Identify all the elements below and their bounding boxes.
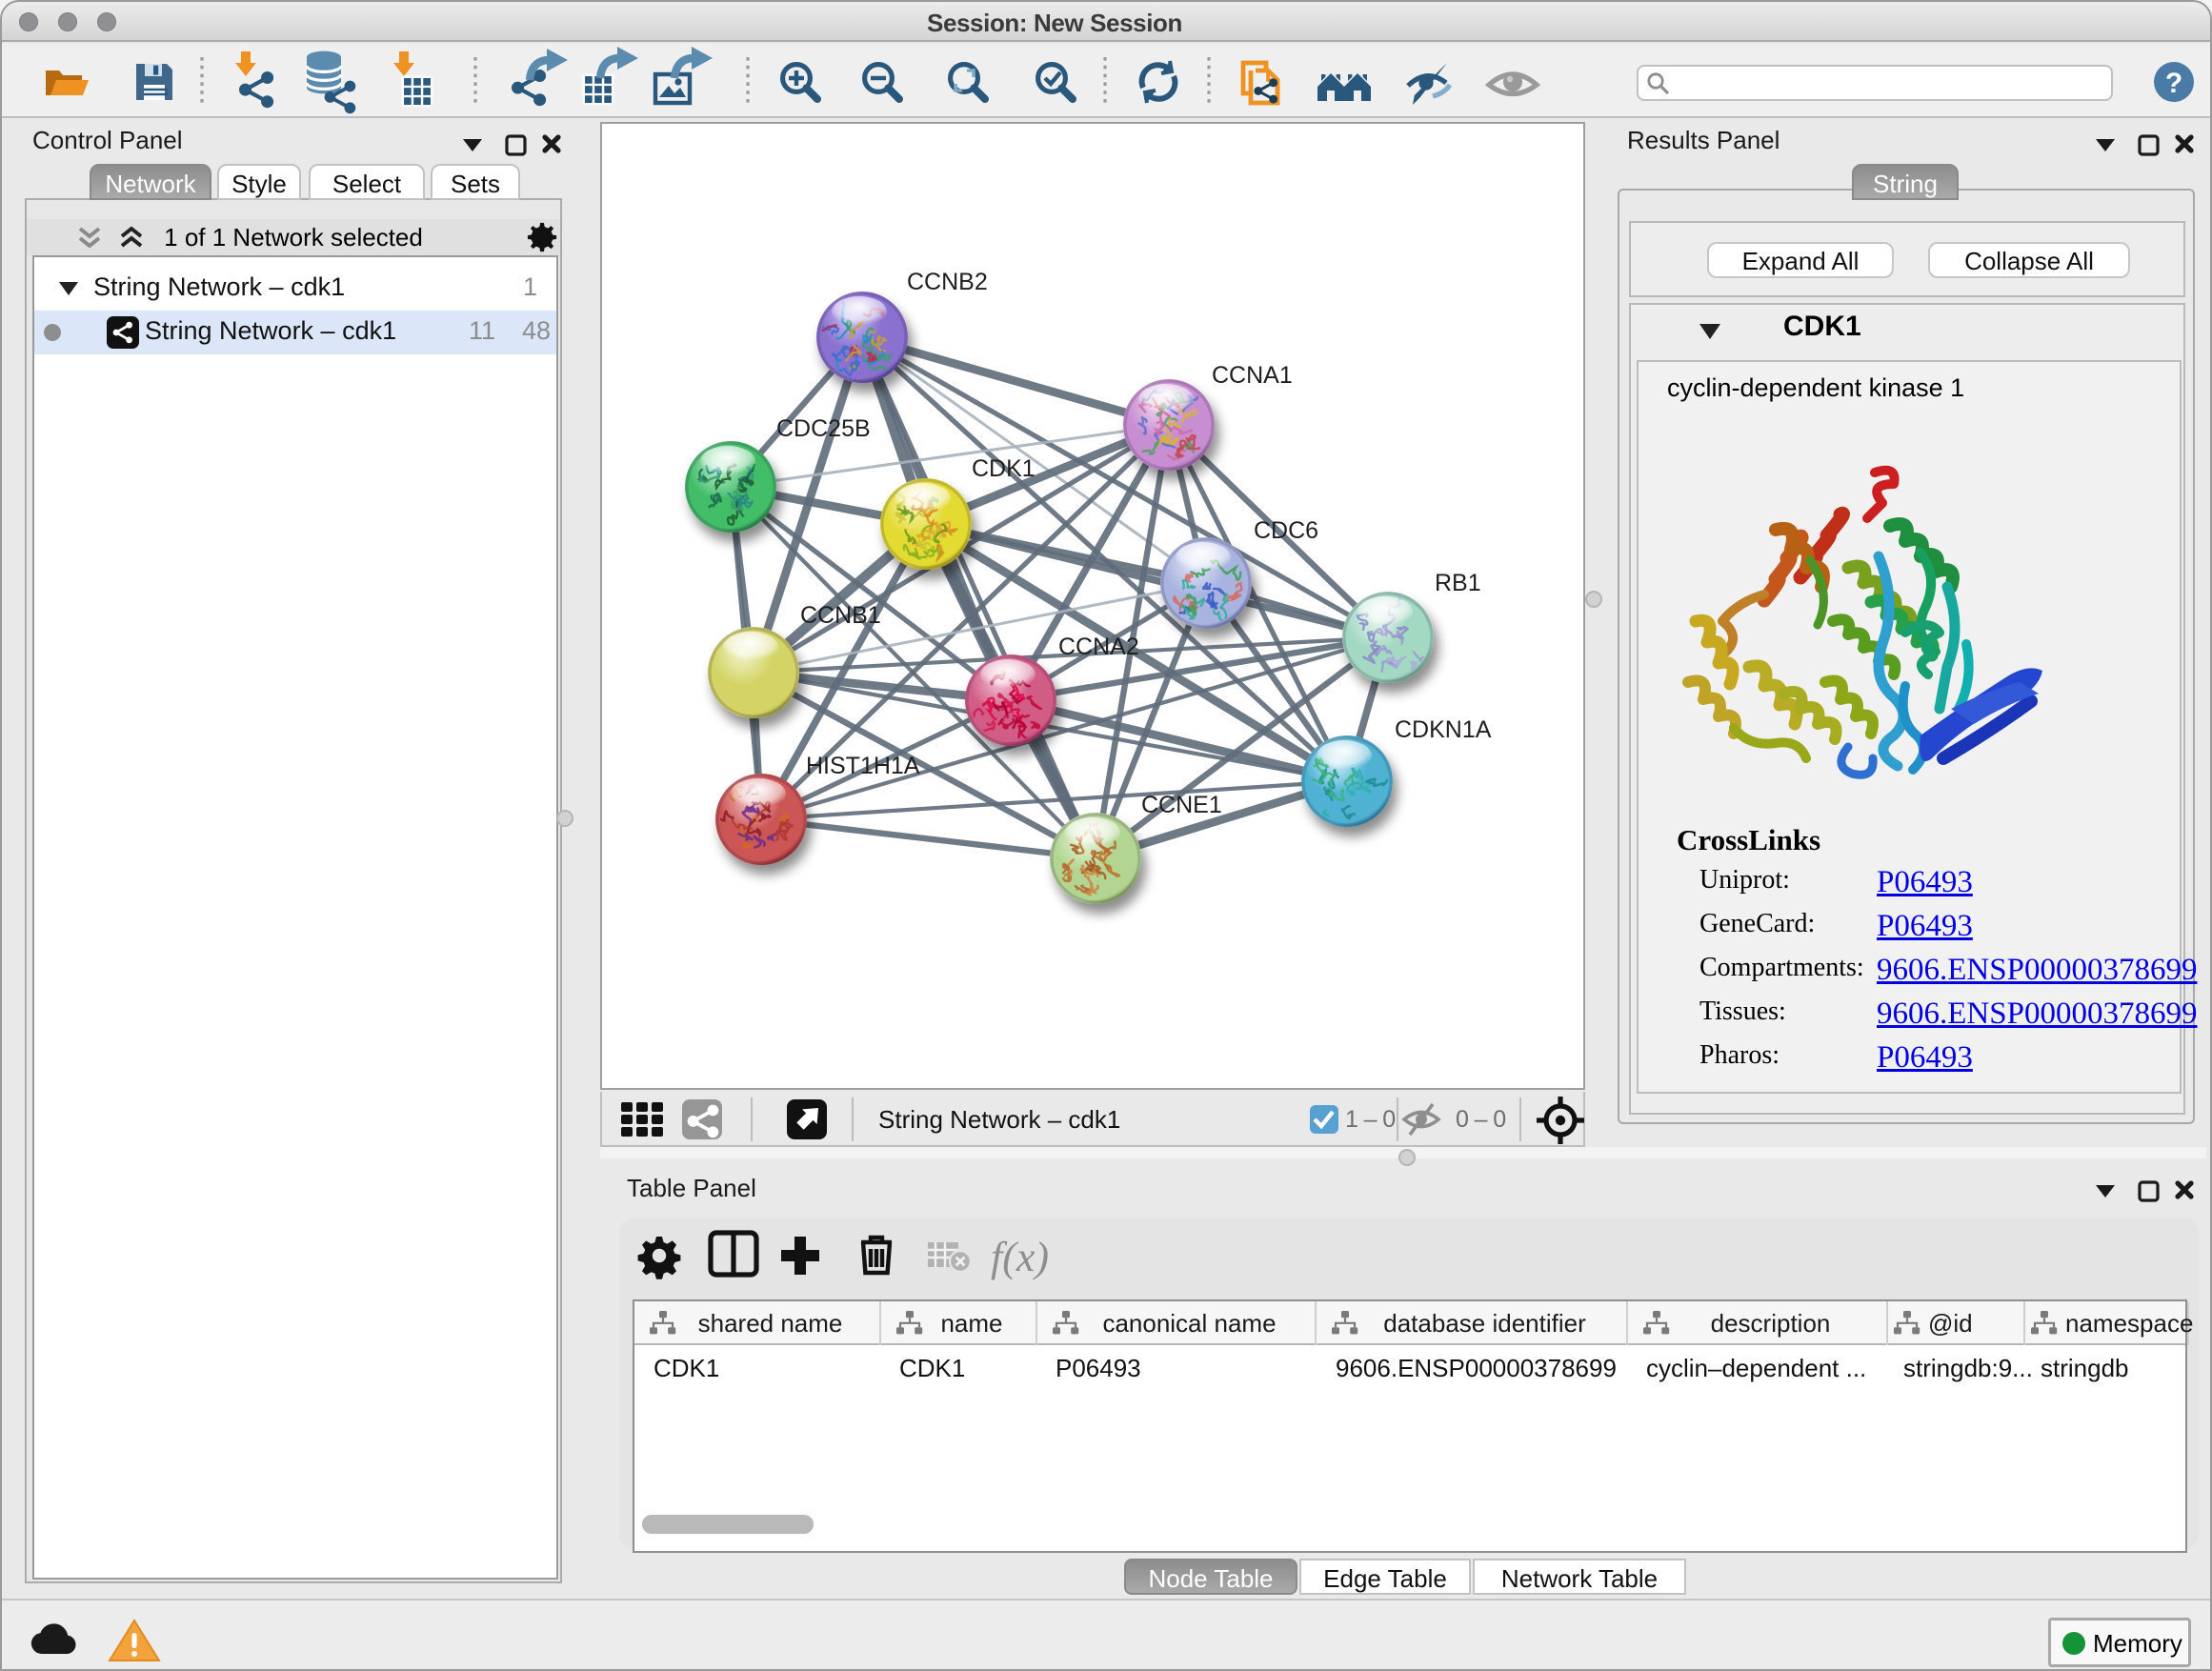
svg-text:f(x): f(x) bbox=[991, 1234, 1049, 1280]
svg-text:0 – 0: 0 – 0 bbox=[1456, 1106, 1506, 1133]
svg-text:CCNE1: CCNE1 bbox=[1141, 792, 1222, 818]
svg-text:CDK1: CDK1 bbox=[972, 455, 1036, 482]
svg-text:CDKN1A: CDKN1A bbox=[1395, 716, 1492, 743]
svg-text:HIST1H1A: HIST1H1A bbox=[806, 753, 920, 779]
svg-text:1 – 0: 1 – 0 bbox=[1345, 1106, 1396, 1133]
svg-text:CCNB2: CCNB2 bbox=[907, 269, 988, 295]
svg-text:RB1: RB1 bbox=[1435, 570, 1481, 596]
svg-text:CDC6: CDC6 bbox=[1254, 517, 1318, 544]
svg-text:CCNA1: CCNA1 bbox=[1212, 362, 1293, 389]
svg-text:?: ? bbox=[2165, 68, 2182, 99]
svg-text:CCNB1: CCNB1 bbox=[800, 602, 881, 629]
svg-text:CCNA2: CCNA2 bbox=[1058, 634, 1139, 660]
svg-text:CDC25B: CDC25B bbox=[776, 415, 871, 442]
